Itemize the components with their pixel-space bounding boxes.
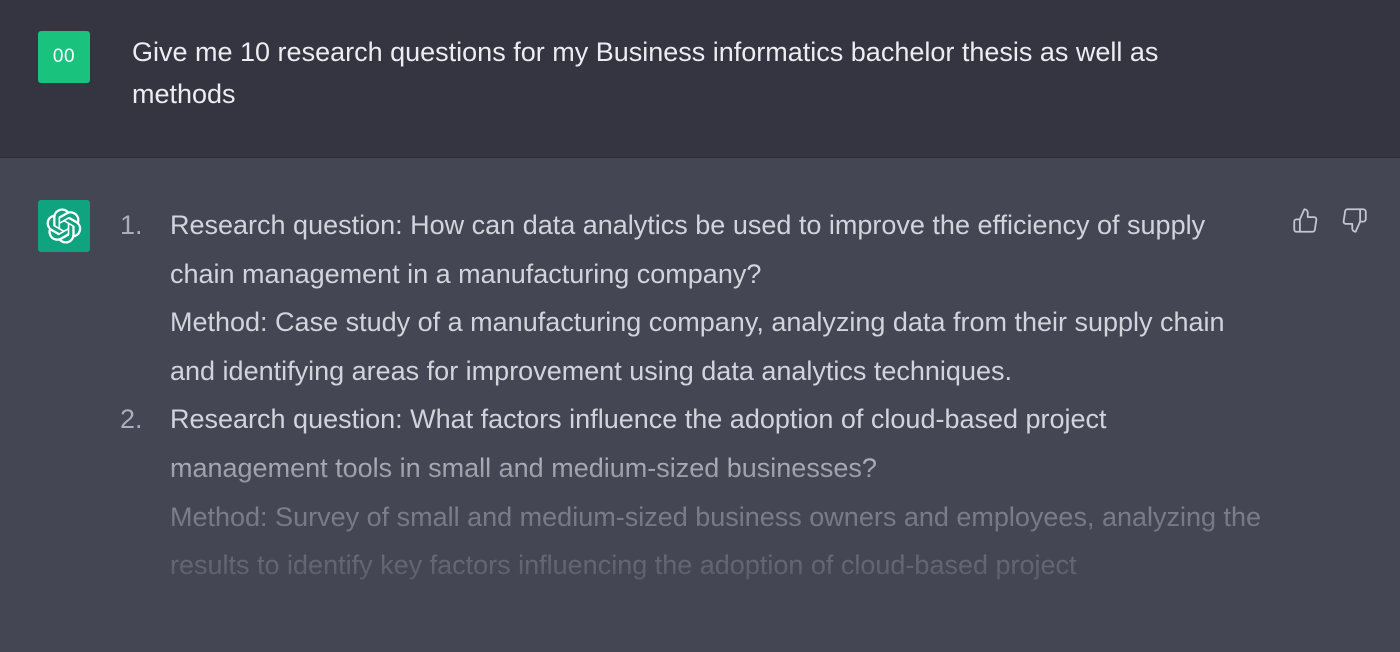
assistant-message-row: 1. Research question: How can data analy… — [0, 158, 1400, 652]
list-item: 1. Research question: How can data analy… — [120, 201, 1270, 395]
list-item: 2. Research question: What factors influ… — [120, 395, 1270, 589]
method-text: Method: Case study of a manufacturing co… — [170, 307, 1225, 386]
assistant-avatar — [38, 200, 90, 252]
openai-logo-icon — [46, 208, 82, 244]
research-question-text: Research question: What factors influenc… — [170, 404, 1107, 483]
list-item-number: 2. — [120, 404, 143, 435]
user-message-row: 00 Give me 10 research questions for my … — [0, 0, 1400, 158]
thumbs-down-button[interactable] — [1339, 205, 1369, 235]
thumbs-down-icon — [1342, 207, 1367, 233]
assistant-answer: 1. Research question: How can data analy… — [120, 201, 1270, 590]
method-text: Method: Survey of small and medium-sized… — [170, 501, 1262, 581]
user-avatar: 00 — [38, 31, 90, 83]
thumbs-up-button[interactable] — [1290, 205, 1320, 235]
list-item-number: 1. — [120, 210, 143, 240]
research-question-text: Research question: How can data analytic… — [170, 210, 1206, 289]
thumbs-up-icon — [1292, 207, 1317, 233]
user-message-text: Give me 10 research questions for my Bus… — [132, 37, 1159, 109]
